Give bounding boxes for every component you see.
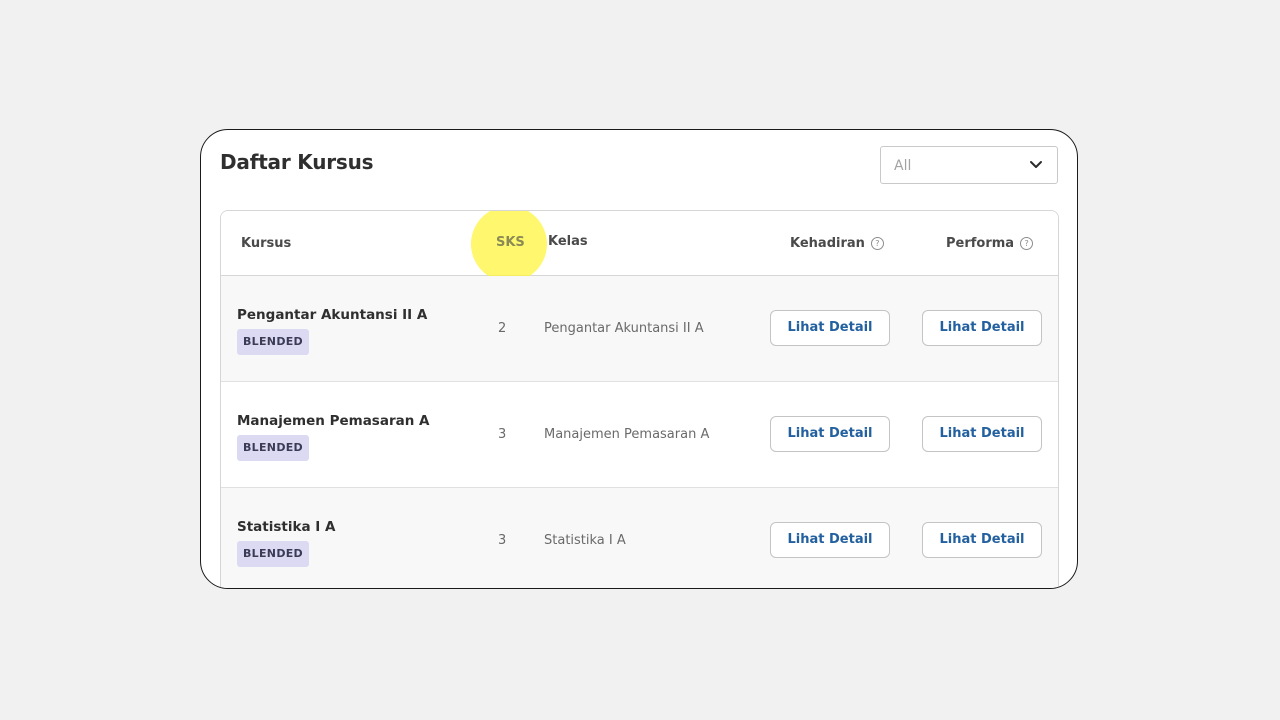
course-name: Manajemen Pemasaran A [237, 413, 430, 429]
kelas-value: Pengantar Akuntansi II A [544, 321, 704, 336]
table-row: Pengantar Akuntansi II A BLENDED 2 Penga… [221, 276, 1058, 382]
kehadiran-detail-button[interactable]: Lihat Detail [770, 310, 890, 346]
table-row: Statistika I A BLENDED 3 Statistika I A … [221, 488, 1058, 588]
sks-value: 2 [498, 321, 507, 336]
kelas-value: Statistika I A [544, 533, 626, 548]
column-header-kelas: Kelas [548, 234, 588, 249]
kehadiran-detail-button[interactable]: Lihat Detail [770, 416, 890, 452]
chevron-down-icon [1030, 161, 1042, 168]
kehadiran-detail-button[interactable]: Lihat Detail [770, 522, 890, 558]
course-table: Kursus SKS Kelas Kehadiran? Performa? Pe… [220, 210, 1059, 588]
course-name: Statistika I A [237, 519, 336, 535]
column-header-performa: Performa? [946, 236, 1034, 251]
kelas-value: Manajemen Pemasaran A [544, 427, 710, 442]
sks-value: 3 [498, 533, 507, 548]
sks-value: 3 [498, 427, 507, 442]
table-row: Manajemen Pemasaran A BLENDED 3 Manajeme… [221, 382, 1058, 488]
column-header-kehadiran-label: Kehadiran [790, 236, 865, 251]
help-icon[interactable]: ? [870, 237, 884, 250]
column-header-kursus: Kursus [241, 236, 292, 251]
performa-detail-button[interactable]: Lihat Detail [922, 310, 1042, 346]
performa-detail-button[interactable]: Lihat Detail [922, 522, 1042, 558]
column-header-kehadiran: Kehadiran? [790, 236, 884, 251]
column-header-sks: SKS [496, 235, 525, 250]
course-type-badge: BLENDED [237, 329, 309, 355]
course-list-card: Daftar Kursus All Kursus SKS Kelas Kehad… [200, 129, 1078, 589]
help-icon[interactable]: ? [1020, 237, 1034, 250]
filter-dropdown[interactable]: All [880, 146, 1058, 184]
performa-detail-button[interactable]: Lihat Detail [922, 416, 1042, 452]
filter-selected-value: All [894, 158, 912, 174]
course-type-badge: BLENDED [237, 435, 309, 461]
column-header-performa-label: Performa [946, 236, 1015, 251]
course-name: Pengantar Akuntansi II A [237, 307, 428, 323]
card-title: Daftar Kursus [220, 150, 374, 174]
course-type-badge: BLENDED [237, 541, 309, 567]
table-header: Kursus SKS Kelas Kehadiran? Performa? [221, 211, 1058, 282]
